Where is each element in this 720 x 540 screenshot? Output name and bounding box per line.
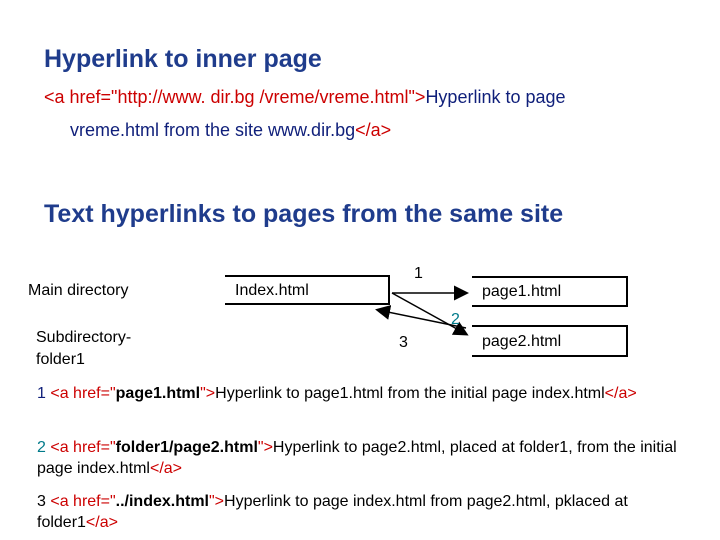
example-3-open-tag: <a href="	[50, 493, 116, 510]
example-1-open-tag: <a href="	[50, 385, 116, 402]
example-3-href: ../index.html	[115, 493, 209, 510]
example-1-href: page1.html	[115, 385, 201, 402]
example-2-close-quote: ">	[257, 439, 273, 456]
example-1-number: 1	[37, 385, 46, 402]
arrow-1-label: 1	[414, 265, 423, 282]
arrow-2-label: 2	[451, 311, 460, 328]
example-1-end-tag: </a>	[604, 385, 637, 402]
example-2-href: folder1/page2.html	[115, 439, 258, 456]
example-2-end-tag: </a>	[149, 460, 182, 477]
example-1-text: Hyperlink to page1.html from the initial…	[215, 385, 605, 402]
example-2-open-tag: <a href="	[50, 439, 116, 456]
example-3: 3 <a href="../index.html">Hyperlink to p…	[37, 491, 697, 533]
example-1: 1 <a href="page1.html">Hyperlink to page…	[37, 383, 697, 404]
example-3-close-quote: ">	[208, 493, 225, 510]
example-2-number: 2	[37, 439, 46, 456]
arrow-3-label: 3	[399, 334, 408, 351]
example-1-close-quote: ">	[200, 385, 216, 402]
example-3-end-tag: </a>	[85, 514, 118, 531]
example-2: 2 <a href="folder1/page2.html">Hyperlink…	[37, 437, 697, 479]
example-3-number: 3	[37, 493, 46, 510]
